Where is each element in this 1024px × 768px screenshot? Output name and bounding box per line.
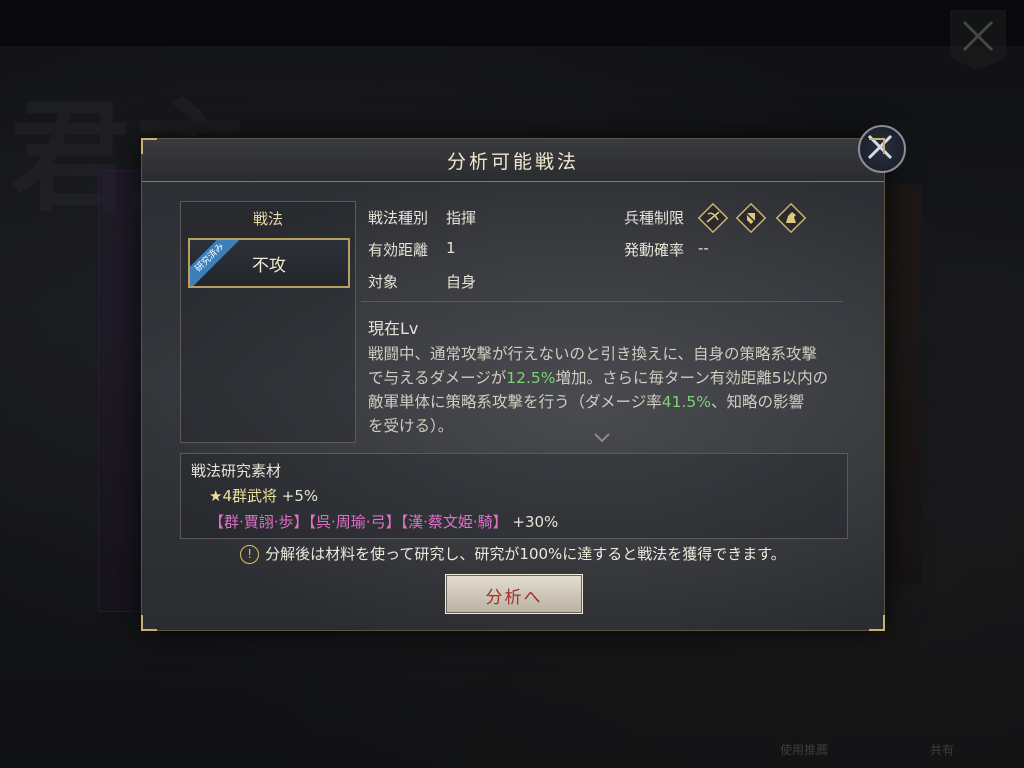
description-line: 敵軍単体に策略系攻撃を行う（ダメージ率41.5%、知略の影響 — [368, 390, 850, 414]
damage-bonus-value: 12.5% — [506, 369, 556, 387]
skill-description[interactable]: 戦闘中、通常攻撃が行えないのと引き換えに、自身の策略系攻撃 で与えるダメージが1… — [368, 342, 850, 438]
info-icon: ! — [240, 545, 260, 564]
notice-text: 分解後は材料を使って研究し、研究が100%に達すると戦法を獲得できます。 — [265, 545, 786, 563]
chevron-down-icon[interactable] — [594, 433, 610, 443]
skill-name: 不攻 — [252, 256, 286, 276]
skill-type-label: 戦法種別 — [368, 209, 429, 227]
research-notice: ! 分解後は材料を使って研究し、研究が100%に達すると戦法を獲得できます。 — [142, 543, 884, 564]
activation-rate-label: 発動確率 — [624, 241, 685, 259]
description-text: 増加。さらに毎ターン有効距離5以内の — [555, 369, 829, 387]
hero-materials-bonus: +30% — [512, 513, 559, 531]
corner-ornament — [869, 615, 885, 631]
corner-ornament — [141, 615, 157, 631]
description-text: で与えるダメージが — [368, 369, 507, 387]
description-line: で与えるダメージが12.5%増加。さらに毎ターン有効距離5以内の — [368, 366, 850, 390]
target-label: 対象 — [368, 273, 399, 291]
research-materials-panel: 戦法研究素材 ★4群武将 +5% 【群·賈詡·歩】【呉·周瑜·弓】【漢·蔡文姫·… — [180, 453, 848, 539]
dialog-header: 分析可能戦法 — [142, 139, 884, 182]
corner-ornament — [869, 138, 885, 154]
description-text: 、知略の影響 — [710, 393, 804, 411]
analyzable-skill-dialog: 分析可能戦法 戦法 研究済み 不攻 戦法種別 指揮 有効距離 1 対象 自身 兵… — [141, 125, 906, 631]
analyze-button-label: 分析へ — [485, 588, 543, 608]
range-value: 1 — [446, 239, 456, 257]
skill-list-panel: 戦法 研究済み 不攻 — [180, 201, 356, 443]
star-general-label: ★4群武将 — [209, 487, 277, 505]
hero-materials: 【群·賈詡·歩】【呉·周瑜·弓】【漢·蔡文姫·騎】 +30% — [209, 511, 558, 532]
current-level-title: 現在Lv — [368, 319, 419, 338]
analyze-button[interactable]: 分析へ — [445, 574, 583, 614]
corner-ornament — [141, 138, 157, 154]
description-line: 戦闘中、通常攻撃が行えないのと引き換えに、自身の策略系攻撃 — [368, 345, 818, 363]
skill-list-title: 戦法 — [252, 210, 283, 228]
stats-divider — [361, 301, 843, 302]
target-value: 自身 — [446, 273, 477, 291]
cavalry-troop-icon — [776, 203, 806, 233]
activation-rate-value: -- — [698, 239, 709, 257]
skill-card[interactable]: 研究済み 不攻 — [188, 238, 350, 288]
star-general-bonus: +5% — [281, 487, 319, 505]
star-general-material: ★4群武将 +5% — [209, 485, 318, 506]
shield-troop-icon — [736, 203, 766, 233]
range-label: 有効距離 — [368, 241, 429, 259]
skill-type-value: 指揮 — [446, 209, 477, 227]
dialog-title: 分析可能戦法 — [446, 151, 579, 173]
materials-title: 戦法研究素材 — [191, 462, 282, 480]
damage-rate-value: 41.5% — [661, 393, 711, 411]
hero-materials-list: 【群·賈詡·歩】【呉·周瑜·弓】【漢·蔡文姫·騎】 — [209, 513, 508, 531]
troop-restriction-label: 兵種制限 — [624, 209, 685, 227]
description-text: 敵軍単体に策略系攻撃を行う（ダメージ率 — [368, 393, 662, 411]
crossbow-troop-icon — [698, 203, 728, 233]
